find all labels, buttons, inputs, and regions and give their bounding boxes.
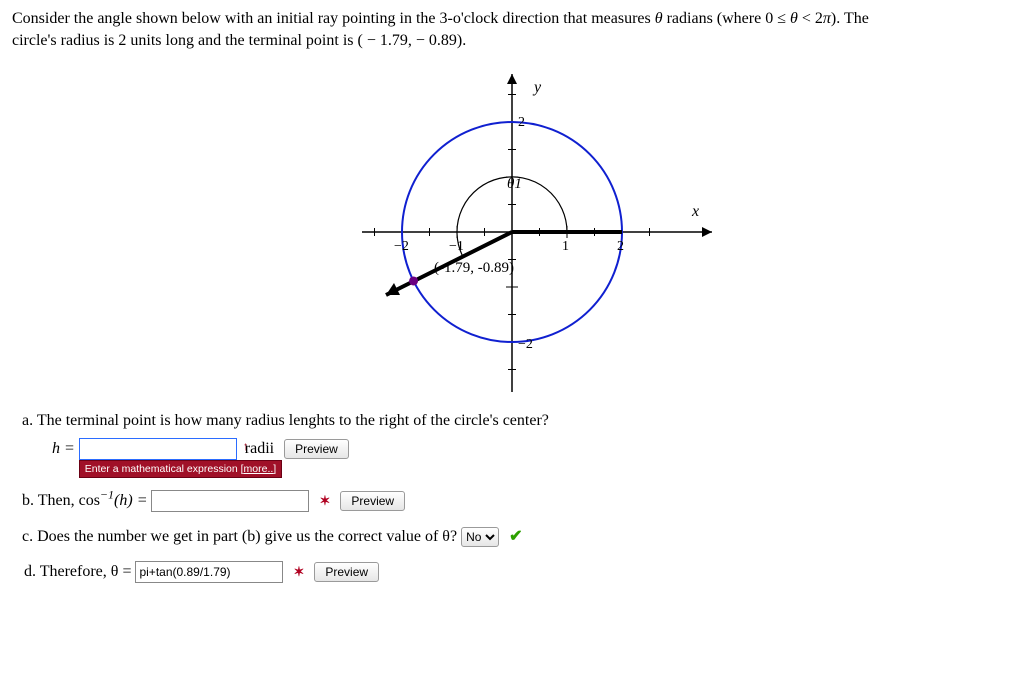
part-b-input[interactable] [151, 490, 309, 512]
part-d-label: d. Therefore, θ = [24, 563, 131, 581]
figure-container: y x −2 −1 1 2 2 −2 θ1 (-1.79, -0.89) [12, 67, 1012, 402]
part-d-preview-button[interactable]: Preview [314, 562, 379, 582]
h-equals: h = [52, 440, 75, 458]
svg-text:2: 2 [518, 115, 525, 130]
tick-pos1: 1 [562, 239, 569, 254]
part-b-preview-button[interactable]: Preview [340, 491, 405, 511]
part-c-select[interactable]: No [461, 527, 499, 547]
input-tooltip[interactable]: Enter a mathematical expression [more..] [79, 460, 282, 478]
part-b-label: b. Then, cos−1(h) = [22, 492, 151, 509]
x-axis-label: x [691, 203, 699, 220]
tooltip-text: Enter a mathematical expression [85, 463, 241, 475]
angle-figure: y x −2 −1 1 2 2 −2 θ1 (-1.79, -0.89) [297, 67, 727, 397]
theta-var-2: θ [790, 10, 798, 27]
part-d-input[interactable] [135, 561, 283, 583]
tick-pos2: 2 [617, 239, 624, 254]
theta-var: θ [655, 10, 663, 27]
arc-label: θ1 [507, 176, 522, 192]
question-prompt: Consider the angle shown below with an i… [12, 8, 1012, 53]
pi-var: π [823, 10, 831, 27]
incorrect-icon-2: ✶ [293, 564, 304, 580]
part-a-input[interactable] [79, 438, 237, 460]
svg-text:−2: −2 [518, 337, 533, 352]
prompt-text-2: radians (where 0 ≤ [663, 10, 790, 27]
tick-neg2: −2 [394, 239, 409, 254]
correct-icon: ✔ [509, 528, 522, 545]
tick-neg1: −1 [449, 239, 464, 254]
incorrect-icon: ✶ [319, 493, 330, 508]
part-d: d. Therefore, θ = ✶ Preview [12, 561, 1012, 583]
part-a: a. The terminal point is how many radius… [12, 412, 1012, 460]
part-b: b. Then, cos−1(h) = ✶ Preview [12, 488, 1012, 513]
prompt-text-3: < 2 [798, 10, 823, 27]
tooltip-more-link[interactable]: [more..] [241, 463, 277, 475]
prompt-text-1: Consider the angle shown below with an i… [12, 10, 655, 27]
part-c-label: c. Does the number we get in part (b) gi… [22, 528, 461, 545]
part-c: c. Does the number we get in part (b) gi… [12, 526, 1012, 547]
prompt-text-4: ). The [831, 10, 869, 27]
tooltip-arrow-icon: ↑ [243, 440, 249, 452]
terminal-point-label: (-1.79, -0.89) [434, 260, 514, 276]
y-axis-label: y [532, 79, 542, 96]
prompt-text-5: circle's radius is 2 units long and the … [12, 32, 466, 49]
radii-unit-label: radii [245, 440, 274, 458]
part-a-label: a. The terminal point is how many radius… [22, 412, 1012, 430]
part-a-preview-button[interactable]: Preview [284, 439, 349, 459]
